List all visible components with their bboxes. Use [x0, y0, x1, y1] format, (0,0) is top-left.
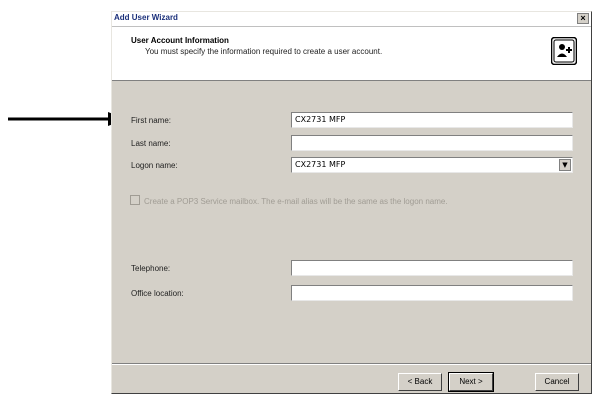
wizard-header: User Account Information You must specif…	[112, 27, 591, 81]
pop3-mailbox-label: Create a POP3 Service mailbox. The e-mai…	[144, 197, 448, 206]
pop3-mailbox-checkbox	[130, 195, 140, 205]
pop3-mailbox-option: Create a POP3 Service mailbox. The e-mai…	[130, 195, 448, 206]
window-title: Add User Wizard	[114, 13, 178, 22]
close-button[interactable]: ×	[577, 13, 589, 24]
office-location-label: Office location:	[131, 289, 184, 298]
logon-name-label: Logon name:	[131, 161, 178, 170]
logon-name-value: CX2731 MFP	[295, 160, 346, 169]
user-wizard-icon	[551, 37, 577, 65]
last-name-field[interactable]	[291, 135, 573, 151]
header-title: User Account Information	[131, 36, 229, 45]
footer-separator	[112, 363, 591, 365]
telephone-field[interactable]	[291, 260, 573, 276]
back-button[interactable]: < Back	[398, 373, 442, 391]
first-name-field[interactable]: CX2731 MFP	[291, 112, 573, 128]
header-subtitle: You must specify the information require…	[145, 47, 383, 56]
logon-name-dropdown[interactable]: CX2731 MFP ▼	[291, 157, 573, 173]
next-button[interactable]: Next >	[448, 372, 494, 392]
add-user-wizard-dialog: Add User Wizard × User Account Informati…	[111, 11, 592, 394]
office-location-field[interactable]	[291, 285, 573, 301]
telephone-label: Telephone:	[131, 264, 171, 273]
last-name-label: Last name:	[131, 139, 171, 148]
title-bar: Add User Wizard ×	[112, 12, 591, 27]
chevron-down-icon[interactable]: ▼	[559, 159, 571, 171]
arrow-right-icon	[8, 112, 126, 126]
first-name-label: First name:	[131, 116, 172, 125]
cancel-button[interactable]: Cancel	[535, 373, 579, 391]
